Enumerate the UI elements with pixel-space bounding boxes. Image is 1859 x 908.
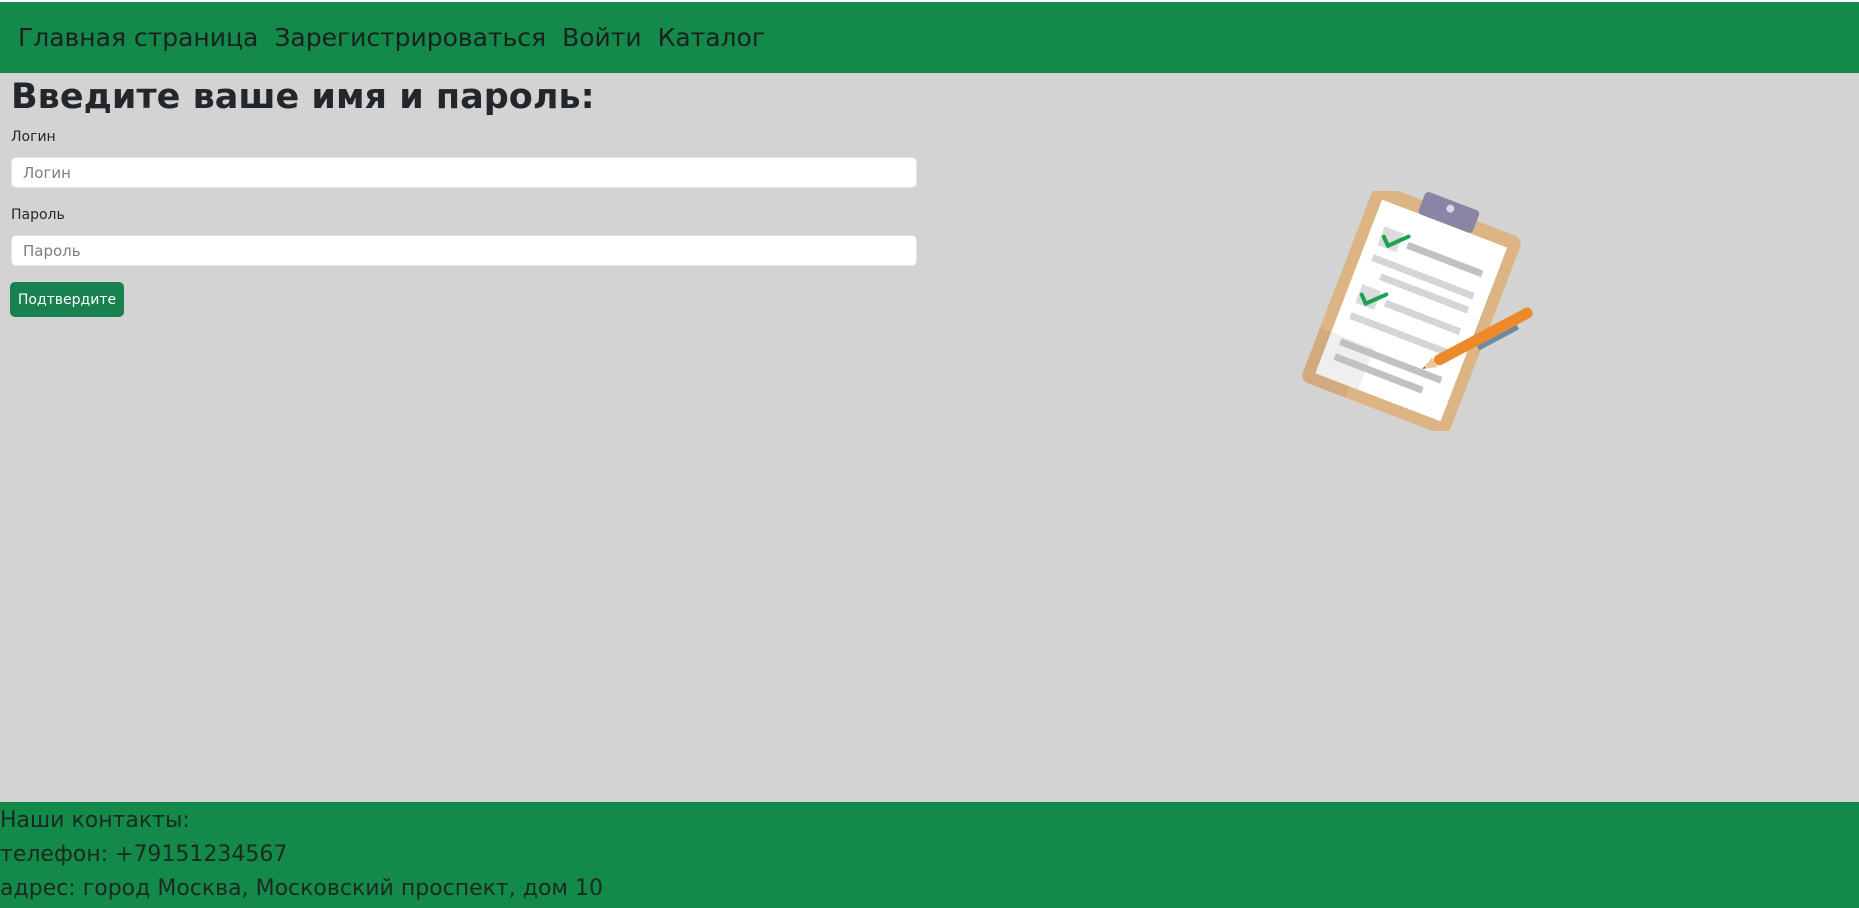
footer-contacts-title: Наши контакты: <box>0 808 190 833</box>
login-input[interactable] <box>11 157 917 188</box>
footer-address: адрес: город Москва, Московский проспект… <box>0 876 603 901</box>
footer: Наши контакты: телефон: +79151234567 адр… <box>0 802 1859 908</box>
page: Главная страница Зарегистрироваться Войт… <box>0 0 1859 908</box>
page-title: Введите ваше имя и пароль: <box>11 77 595 117</box>
password-label: Пароль <box>11 207 65 223</box>
submit-button[interactable]: Подтвердите <box>10 282 124 317</box>
main-content: Введите ваше имя и пароль: Логин Пароль … <box>0 73 1859 802</box>
nav-link-home[interactable]: Главная страница <box>18 23 258 52</box>
clipboard-checklist-icon <box>1302 191 1533 431</box>
password-input[interactable] <box>11 235 917 266</box>
footer-phone: телефон: +79151234567 <box>0 842 288 867</box>
nav-link-login[interactable]: Войти <box>562 23 642 52</box>
top-navbar: Главная страница Зарегистрироваться Войт… <box>0 2 1859 73</box>
login-label: Логин <box>11 129 56 145</box>
nav-link-catalog[interactable]: Каталог <box>658 23 765 52</box>
nav-link-register[interactable]: Зарегистрироваться <box>274 23 546 52</box>
